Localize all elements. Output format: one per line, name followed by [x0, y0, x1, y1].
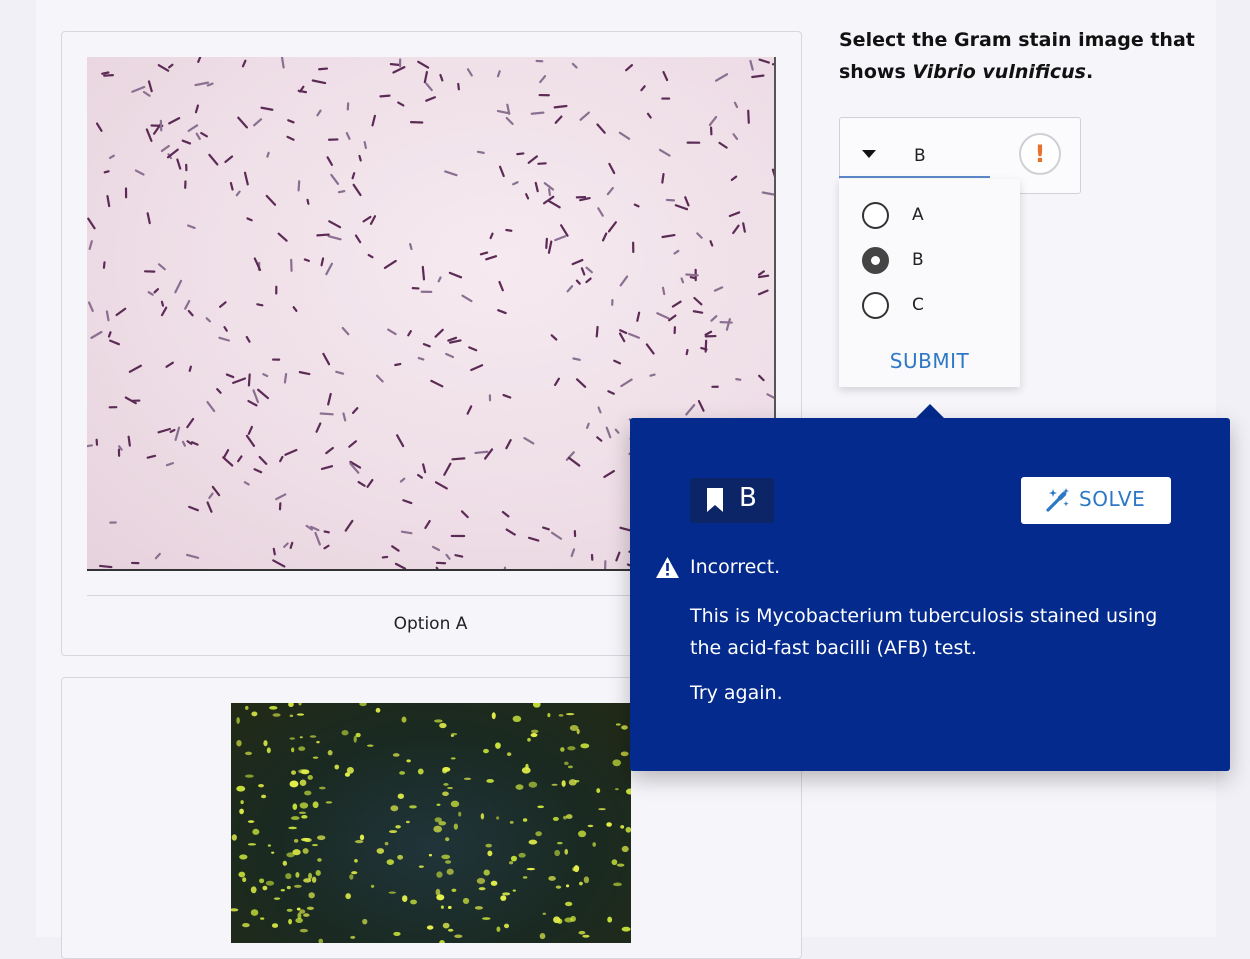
choice-b-label: B — [912, 250, 924, 270]
radio-a[interactable] — [862, 202, 889, 229]
warning-icon — [655, 556, 680, 579]
bookmark-icon — [706, 487, 724, 513]
feedback-message: This is Mycobacterium tuberculosis stain… — [690, 600, 1180, 664]
feedback-popover — [630, 418, 1230, 771]
feedback-retry: Try again. — [690, 682, 783, 704]
solve-label[interactable]: SOLVE — [1079, 487, 1145, 511]
select-underline — [839, 176, 990, 178]
choice-dropdown: A B C SUBMIT — [839, 179, 1020, 387]
submitted-answer-chip — [690, 478, 774, 523]
choice-a[interactable]: A — [839, 196, 1020, 236]
submit-button[interactable]: SUBMIT — [839, 349, 1020, 373]
question-prompt: Select the Gram stain image that shows V… — [839, 24, 1199, 88]
select-value[interactable]: B — [914, 146, 926, 166]
choice-c[interactable]: C — [839, 286, 1020, 326]
chevron-down-icon[interactable] — [862, 150, 876, 158]
choice-c-label: C — [912, 295, 924, 315]
feedback-title: Incorrect. — [690, 556, 780, 578]
submitted-answer: B — [739, 483, 757, 513]
radio-b[interactable] — [862, 247, 889, 274]
radio-c[interactable] — [862, 292, 889, 319]
popover-arrow — [915, 404, 945, 419]
choice-a-label: A — [912, 205, 924, 225]
warning-status-icon[interactable]: ! — [1019, 133, 1061, 175]
magic-wand-icon[interactable] — [1045, 487, 1071, 513]
option-b-micrograph — [231, 703, 631, 943]
choice-b[interactable]: B — [839, 241, 1020, 281]
organism-name: Vibrio vulnificus — [912, 61, 1086, 83]
